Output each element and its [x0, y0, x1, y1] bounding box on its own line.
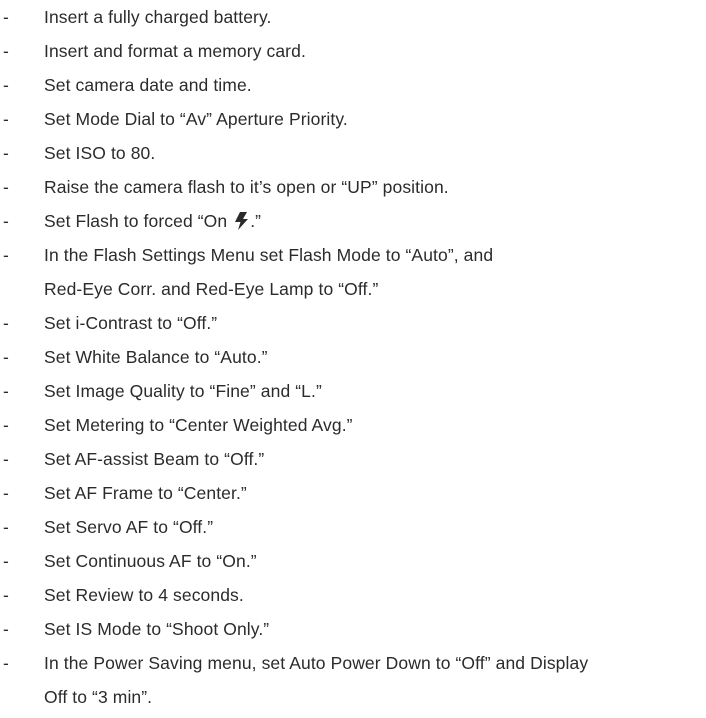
checklist-item-text: Set ISO to 80. [44, 143, 156, 163]
list-dash: - [3, 41, 9, 61]
list-dash: - [3, 449, 9, 469]
checklist-item-text: Set AF-assist Beam to “Off.” [44, 449, 265, 469]
checklist-item-text: In the Flash Settings Menu set Flash Mod… [44, 238, 493, 306]
checklist-item-text: Set Review to 4 seconds. [44, 585, 244, 605]
checklist-item-line: In the Flash Settings Menu set Flash Mod… [44, 245, 494, 265]
checklist-item-text: Set IS Mode to “Shoot Only.” [44, 619, 270, 639]
checklist-item-line: In the Power Saving menu, set Auto Power… [44, 653, 589, 673]
checklist-item-text: Set Flash to forced “On .” [44, 204, 261, 238]
list-dash: - [3, 109, 9, 129]
list-dash: - [3, 653, 9, 673]
list-dash: - [3, 585, 9, 605]
list-dash: - [3, 177, 9, 197]
checklist-item-line: Off to “3 min”. [44, 687, 153, 707]
checklist-item-text: Set White Balance to “Auto.” [44, 347, 268, 367]
flash-bolt-icon [235, 212, 249, 230]
list-dash: - [3, 347, 9, 367]
checklist-item-text: Set Continuous AF to “On.” [44, 551, 257, 571]
list-dash: - [3, 143, 9, 163]
list-dash: - [3, 313, 9, 333]
list-dash: - [3, 7, 9, 27]
list-dash: - [3, 381, 9, 401]
checklist-item-text: In the Power Saving menu, set Auto Power… [44, 646, 588, 714]
checklist-item-text: Raise the camera flash to it’s open or “… [44, 177, 449, 197]
checklist-item-text: Set Servo AF to “Off.” [44, 517, 214, 537]
checklist-item-text: Set camera date and time. [44, 75, 252, 95]
list-dash: - [3, 75, 9, 95]
checklist-item-text: Set Metering to “Center Weighted Avg.” [44, 415, 353, 435]
flash-text-after: .” [250, 211, 262, 231]
list-dash: - [3, 211, 9, 231]
list-dash: - [3, 245, 9, 265]
list-dash: - [3, 517, 9, 537]
checklist-item-text: Set Image Quality to “Fine” and “L.” [44, 381, 322, 401]
checklist-item-text: Set Mode Dial to “Av” Aperture Priority. [44, 109, 348, 129]
checklist-item-text: Set AF Frame to “Center.” [44, 483, 247, 503]
list-dash: - [3, 415, 9, 435]
list-dash: - [3, 551, 9, 571]
checklist-item-line: Red-Eye Corr. and Red-Eye Lamp to “Off.” [44, 279, 379, 299]
list-dash: - [3, 619, 9, 639]
flash-text-before: Set Flash to forced “On [44, 211, 233, 231]
checklist-item-text: Set i-Contrast to “Off.” [44, 313, 218, 333]
checklist-item-text: Insert and format a memory card. [44, 41, 306, 61]
checklist-item-text: Insert a fully charged battery. [44, 7, 272, 27]
list-dash: - [3, 483, 9, 503]
